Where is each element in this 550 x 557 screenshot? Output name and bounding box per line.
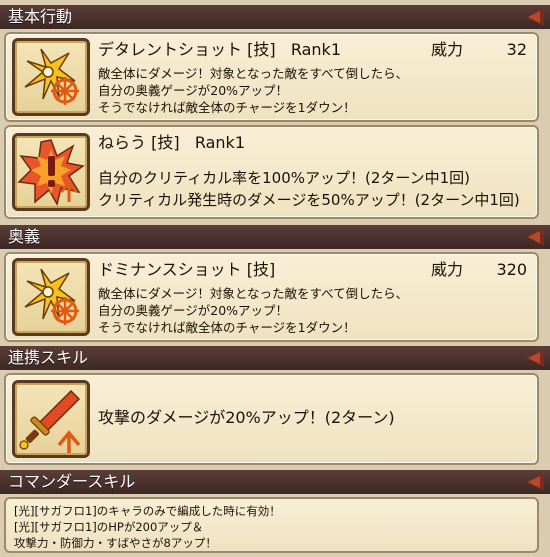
renkei-skill-card[interactable]: 攻撃のダメージが20%アップ！(2ターン) bbox=[4, 373, 539, 465]
renkei-description: 攻撃のダメージが20%アップ！(2ターン) bbox=[98, 408, 395, 427]
section-header-basic: 基本行動 bbox=[0, 5, 550, 29]
section-header-ougi: 奥義 bbox=[0, 225, 550, 249]
commander-line: 攻撃力・防御力・すばやさが8アップ！ bbox=[14, 536, 217, 550]
shuriken-burst-icon bbox=[12, 258, 90, 336]
power-label: 威力 bbox=[431, 40, 464, 59]
section-title: 基本行動 bbox=[8, 7, 73, 26]
sword-up-icon bbox=[12, 380, 90, 458]
commander-skill-card: [光][サガフロ1]のキャラのみで編成した時に有効！ [光][サガフロ1]のHP… bbox=[4, 497, 539, 553]
exclamation-burst-icon bbox=[12, 133, 90, 211]
section-title: 連携スキル bbox=[8, 348, 89, 367]
power-label: 威力 bbox=[431, 260, 464, 279]
commander-line: [光][サガフロ1]のHPが200アップ＆ bbox=[14, 520, 204, 534]
section-title: コマンダースキル bbox=[8, 472, 136, 491]
collapse-arrow-icon[interactable] bbox=[526, 349, 544, 367]
shuriken-burst-icon bbox=[12, 38, 90, 116]
ougi-description: 敵全体にダメージ！対象となった敵をすべて倒したら、 自分の奥義ゲージが20%アッ… bbox=[98, 286, 409, 335]
section-header-renkei: 連携スキル bbox=[0, 346, 550, 370]
commander-line: [光][サガフロ1]のキャラのみで編成した時に有効！ bbox=[14, 504, 281, 518]
skill-card-deterrent-shot[interactable]: デタレントショット [技] Rank1 威力 32 敵全体にダメージ！対象となっ… bbox=[4, 32, 539, 122]
section-header-commander: コマンダースキル bbox=[0, 470, 550, 494]
power-value: 32 bbox=[506, 40, 527, 59]
skill-name: ねらう [技] Rank1 bbox=[98, 133, 245, 152]
skill-description: 敵全体にダメージ！対象となった敵をすべて倒したら、 自分の奥義ゲージが20%アッ… bbox=[98, 66, 409, 115]
ougi-card-dominance-shot[interactable]: ドミナンスショット [技] 威力 320 敵全体にダメージ！対象となった敵をすべ… bbox=[4, 252, 539, 342]
power-value: 320 bbox=[496, 260, 527, 279]
collapse-arrow-icon[interactable] bbox=[526, 228, 544, 246]
skill-card-nerau[interactable]: ねらう [技] Rank1 自分のクリティカル率を100%アップ！(2ターン中1… bbox=[4, 125, 539, 219]
skill-description: 自分のクリティカル率を100%アップ！(2ターン中1回) クリティカル発生時のダ… bbox=[98, 169, 520, 209]
skill-name: デタレントショット [技] Rank1 bbox=[98, 40, 341, 59]
section-title: 奥義 bbox=[8, 227, 41, 246]
collapse-arrow-icon[interactable] bbox=[526, 8, 544, 26]
ougi-name: ドミナンスショット [技] bbox=[98, 260, 276, 279]
collapse-arrow-icon[interactable] bbox=[526, 473, 544, 491]
